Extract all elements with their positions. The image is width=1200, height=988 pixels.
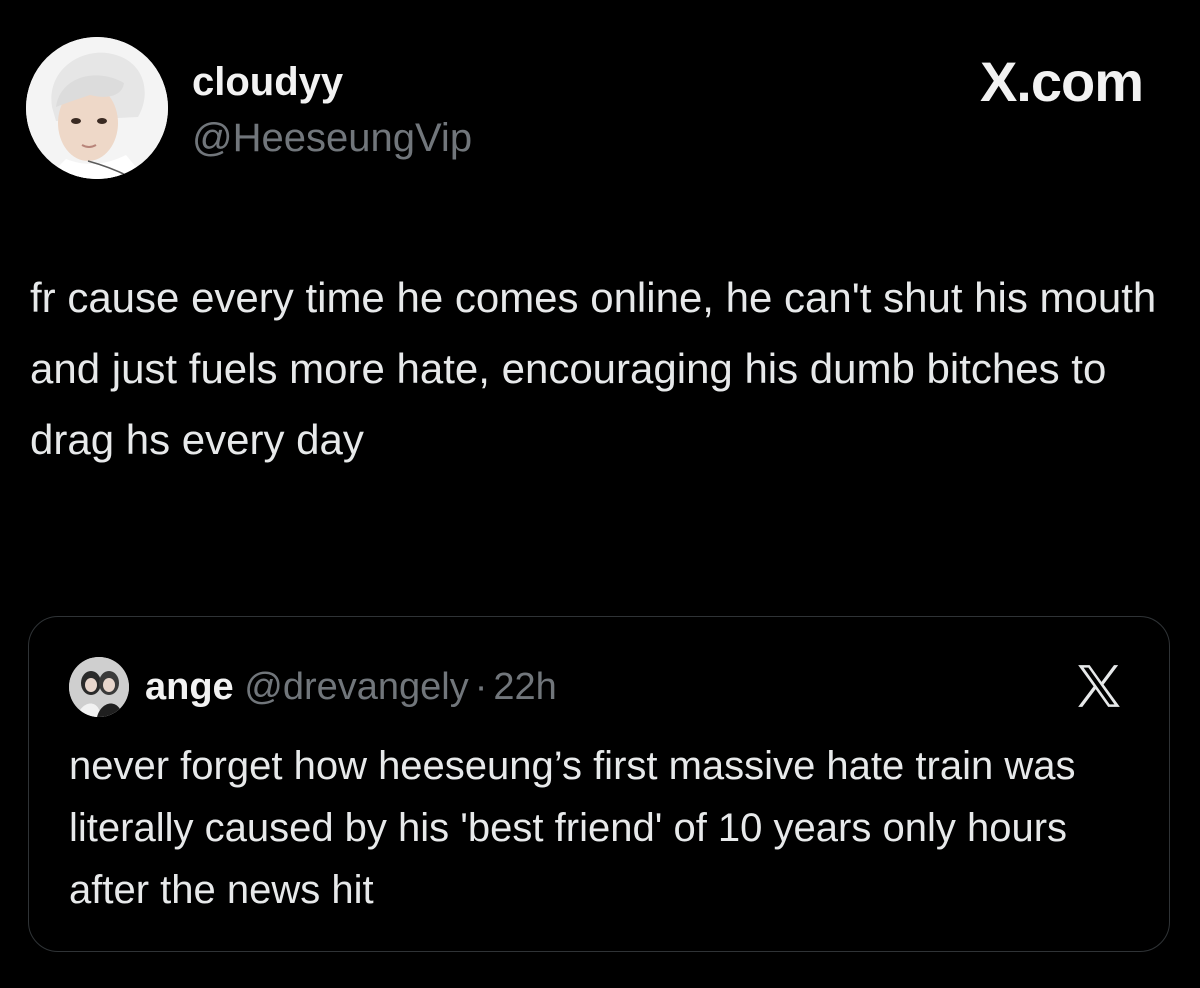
- post-text: fr cause every time he comes online, he …: [30, 274, 1157, 463]
- author-avatar[interactable]: [26, 37, 168, 179]
- author-name[interactable]: cloudyy: [192, 58, 343, 106]
- quote-text: never forget how heeseung’s first massiv…: [69, 744, 1076, 912]
- author-handle[interactable]: @HeeseungVip: [192, 114, 472, 162]
- tweet-card: cloudyy @HeeseungVip X.com fr cause ever…: [0, 0, 1200, 988]
- quote-timestamp[interactable]: 22h: [493, 666, 556, 708]
- quote-separator: ·: [474, 666, 488, 708]
- quote-author-avatar[interactable]: [69, 657, 129, 717]
- quote-author-handle[interactable]: @drevangely: [244, 666, 468, 708]
- quote-author-name[interactable]: ange: [145, 666, 234, 708]
- x-com-wordmark: X.com: [979, 50, 1144, 113]
- avatar-photo-icon: [26, 37, 168, 179]
- quote-avatar-photo-icon: [69, 657, 129, 717]
- quote-meta: ange @drevangely · 22h: [145, 663, 557, 711]
- quoted-post[interactable]: ange @drevangely · 22h never forget how he…: [28, 616, 1170, 952]
- x-logo-icon: [1078, 665, 1120, 707]
